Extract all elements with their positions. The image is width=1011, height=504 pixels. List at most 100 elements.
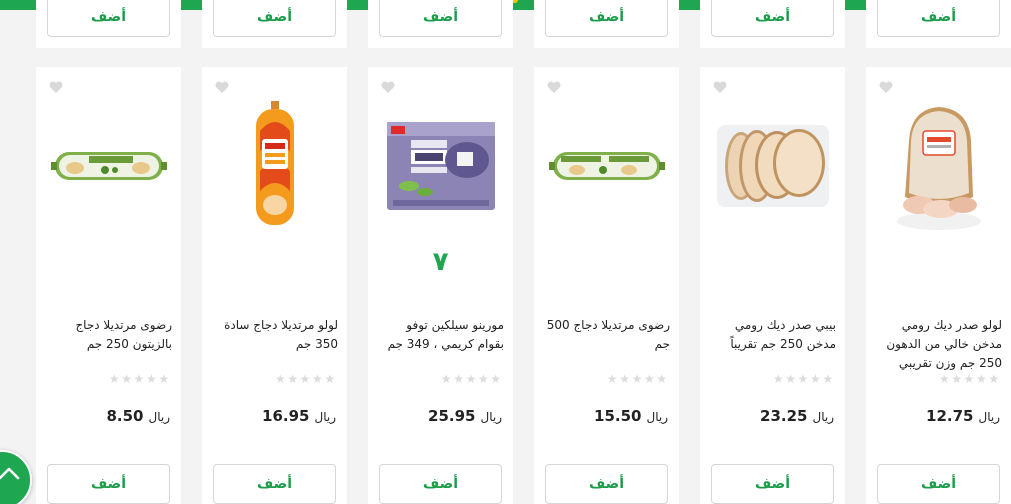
star-icon: ★ <box>988 372 1000 386</box>
product-image[interactable] <box>36 91 181 241</box>
star-icon: ★ <box>643 372 655 386</box>
product-name[interactable]: رضوى مرتديلا دجاج 500 جم <box>544 316 670 354</box>
star-icon: ★ <box>822 372 834 386</box>
product-card-partial: أضف <box>202 0 347 48</box>
star-icon: ★ <box>631 372 643 386</box>
product-name[interactable]: مورينو سيلكين توفو بقوام كريمي ، 349 جم <box>378 316 504 354</box>
currency-label: ريال <box>480 410 502 424</box>
star-icon: ★ <box>809 372 821 386</box>
add-to-cart-button[interactable]: أضف <box>711 0 834 37</box>
product-price: ريال 12.75 <box>866 406 1000 425</box>
star-icon: ★ <box>975 372 987 386</box>
product-card[interactable]: رضوى مرتديلا دجاج بالزيتون 250 جم ★ ★ ★ ★ ★ … <box>36 67 181 504</box>
product-card-partial: أضف <box>700 0 845 48</box>
smoked-turkey-slices-image <box>716 125 829 207</box>
add-to-cart-button[interactable]: أضف <box>711 464 834 504</box>
star-icon: ★ <box>619 372 630 386</box>
product-card[interactable]: لولو صدر ديك رومي مدخن خالي من الدهون 25… <box>866 67 1011 504</box>
product-price: ريال 25.95 <box>368 406 502 425</box>
rating-stars: ★ ★ ★ ★ ★ <box>606 373 668 385</box>
star-icon: ★ <box>785 372 796 386</box>
product-name[interactable]: بيبي صدر ديك رومي مدخن 250 جم تقريباً <box>710 316 836 354</box>
star-icon: ★ <box>963 372 975 386</box>
product-price: ريال 16.95 <box>202 406 336 425</box>
price-amount: 16.95 <box>262 407 310 425</box>
mortadella-chub-image <box>255 101 294 225</box>
promo-badge: ٧ <box>432 247 449 277</box>
product-price: ريال 15.50 <box>534 406 668 425</box>
scroll-to-top-button[interactable] <box>0 450 32 504</box>
star-icon: ★ <box>656 372 668 386</box>
product-name[interactable]: رضوى مرتديلا دجاج بالزيتون 250 جم <box>46 316 172 354</box>
product-price: ريال 23.25 <box>700 406 834 425</box>
add-to-cart-button[interactable]: أضف <box>47 464 170 504</box>
star-icon: ★ <box>440 372 452 386</box>
star-icon: ★ <box>465 372 477 386</box>
rating-stars: ★ ★ ★ ★ ★ <box>772 373 834 385</box>
product-image[interactable] <box>534 91 679 241</box>
add-to-cart-button[interactable]: أضف <box>213 464 336 504</box>
star-icon: ★ <box>477 372 489 386</box>
product-card[interactable]: بيبي صدر ديك رومي مدخن 250 جم تقريباً ★ ★… <box>700 67 845 504</box>
heart-icon[interactable] <box>380 79 396 95</box>
star-icon: ★ <box>453 372 464 386</box>
star-icon: ★ <box>287 372 298 386</box>
product-name[interactable]: لولو مرتديلا دجاج سادة 350 جم <box>212 316 338 354</box>
product-image[interactable] <box>202 91 347 241</box>
star-icon: ★ <box>158 372 170 386</box>
star-icon: ★ <box>797 372 809 386</box>
product-card-partial: أضف <box>866 0 1011 48</box>
price-amount: 8.50 <box>106 407 144 425</box>
product-name[interactable]: لولو صدر ديك رومي مدخن خالي من الدهون 25… <box>876 316 1002 373</box>
product-image[interactable] <box>368 111 513 221</box>
star-icon: ★ <box>951 372 962 386</box>
rating-stars: ★ ★ ★ ★ ★ <box>274 373 336 385</box>
product-card-partial: أضف <box>36 0 181 48</box>
chicken-mortadella-roll-image <box>50 152 167 180</box>
product-card-partial: أضف <box>368 0 513 48</box>
add-to-cart-button[interactable]: أضف <box>545 0 668 37</box>
star-icon: ★ <box>938 372 950 386</box>
add-to-cart-button[interactable]: أضف <box>47 0 170 37</box>
star-icon: ★ <box>133 372 145 386</box>
currency-label: ريال <box>978 410 1000 424</box>
price-amount: 12.75 <box>926 407 974 425</box>
star-icon: ★ <box>606 372 618 386</box>
rating-stars: ★ ★ ★ ★ ★ <box>440 373 502 385</box>
currency-label: ريال <box>812 410 834 424</box>
chicken-mortadella-roll-image <box>548 152 665 180</box>
add-to-cart-button[interactable]: أضف <box>545 464 668 504</box>
rating-stars: ★ ★ ★ ★ ★ <box>108 373 170 385</box>
star-icon: ★ <box>274 372 286 386</box>
add-to-cart-button[interactable]: أضف <box>877 0 1000 37</box>
star-icon: ★ <box>108 372 120 386</box>
product-card[interactable]: رضوى مرتديلا دجاج 500 جم ★ ★ ★ ★ ★ ريال15.50… <box>534 67 679 504</box>
price-amount: 15.50 <box>594 407 642 425</box>
price-amount: 23.25 <box>760 407 808 425</box>
product-card-partial: أضف <box>534 0 679 48</box>
product-price: ريال 8.50 <box>36 406 170 425</box>
product-image[interactable] <box>866 91 1011 241</box>
turkey-breast-roll-image <box>896 107 981 230</box>
add-to-cart-button[interactable]: أضف <box>877 464 1000 504</box>
product-image[interactable] <box>700 91 845 241</box>
star-icon: ★ <box>311 372 323 386</box>
currency-label: ريال <box>148 410 170 424</box>
star-icon: ★ <box>121 372 132 386</box>
product-card[interactable]: ٧ مورينو سيلكين توفو بقوام كريمي ، 349 ج… <box>368 67 513 504</box>
chevron-up-icon <box>0 467 20 480</box>
star-icon: ★ <box>299 372 311 386</box>
add-to-cart-button[interactable]: أضف <box>213 0 336 37</box>
price-amount: 25.95 <box>428 407 476 425</box>
currency-label: ريال <box>646 410 668 424</box>
add-to-cart-button[interactable]: أضف <box>379 0 502 37</box>
add-to-cart-button[interactable]: أضف <box>379 464 502 504</box>
star-icon: ★ <box>772 372 784 386</box>
star-icon: ★ <box>324 372 336 386</box>
star-icon: ★ <box>490 372 502 386</box>
tofu-box-image <box>386 122 495 210</box>
star-icon: ★ <box>145 372 157 386</box>
currency-label: ريال <box>314 410 336 424</box>
rating-stars: ★ ★ ★ ★ ★ <box>938 373 1000 385</box>
product-card[interactable]: لولو مرتديلا دجاج سادة 350 جم ★ ★ ★ ★ ★ ريال… <box>202 67 347 504</box>
